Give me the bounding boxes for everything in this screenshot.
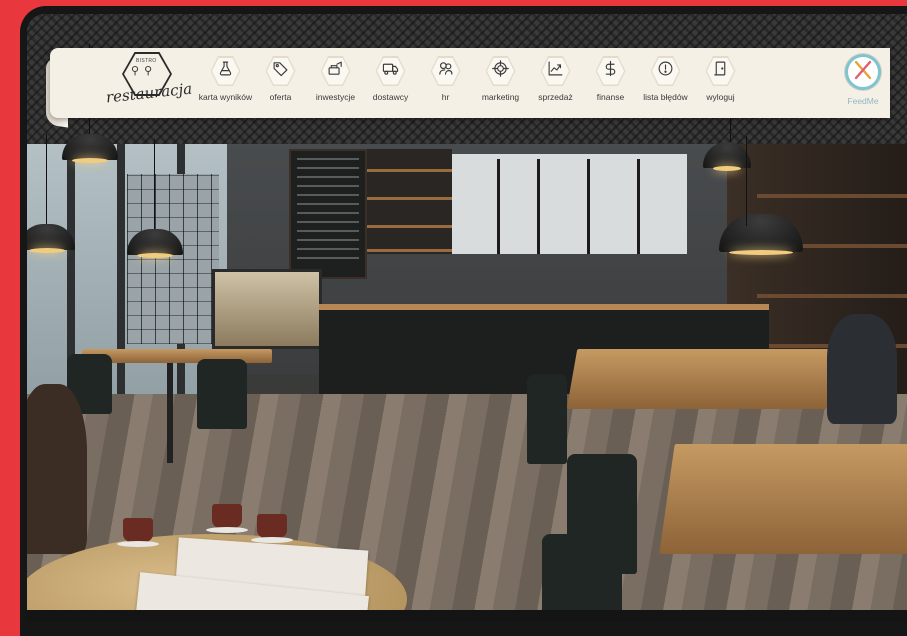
logout-door-icon: [712, 60, 729, 82]
nav-item-label: wyloguj: [706, 92, 735, 102]
truck-icon: [382, 60, 399, 82]
flask-icon: [217, 60, 234, 82]
nav-item-dostawcy[interactable]: dostawcy: [363, 54, 418, 114]
nav-item-label: oferta: [269, 92, 292, 102]
nav-item-inwestycje[interactable]: inwestycje: [308, 54, 363, 114]
target-icon: [492, 60, 509, 82]
people-icon: [437, 60, 454, 82]
nav-item-label: inwestycje: [315, 92, 356, 102]
nav-item-label: dostawcy: [372, 92, 409, 102]
nav-item-hr[interactable]: hr: [418, 54, 473, 114]
nav-item-label: hr: [441, 92, 450, 102]
feedme-button[interactable]: FeedMe: [838, 54, 888, 114]
nav-item-lista-bledow[interactable]: lista błędów: [638, 54, 693, 114]
nav-item-finanse[interactable]: finanse: [583, 54, 638, 114]
utensils-icon: ⚲ ⚲: [131, 65, 154, 77]
sales-chart-icon: [547, 60, 564, 82]
tag-icon: [272, 60, 289, 82]
nav-item-sprzedaz[interactable]: sprzedaż: [528, 54, 583, 114]
restaurant-logo[interactable]: BISTRO ⚲ ⚲ restauracja: [102, 50, 193, 116]
nav-item-label: sprzedaż: [538, 92, 573, 102]
nav-item-oferta[interactable]: oferta: [253, 54, 308, 114]
fork-knife-icon: [851, 58, 875, 87]
investment-icon: [327, 60, 344, 82]
nav-item-label: marketing: [481, 92, 520, 102]
nav-item-label: karta wyników: [198, 92, 253, 102]
nav-item-wyloguj[interactable]: wyloguj: [693, 54, 748, 114]
feedme-label: FeedMe: [847, 96, 879, 106]
nav-items-list: karta wyników oferta inwestycje dostawcy…: [198, 54, 748, 114]
nav-item-label: lista błędów: [643, 92, 688, 102]
top-navigation-bar: BISTRO ⚲ ⚲ restauracja karta wyników ofe…: [50, 48, 890, 118]
feedme-logo-circle: [845, 54, 881, 90]
nav-item-label: finanse: [596, 92, 625, 102]
logo-script-text: restauracja: [105, 79, 193, 107]
nav-item-marketing[interactable]: marketing: [473, 54, 528, 114]
nav-item-karta-wynikow[interactable]: karta wyników: [198, 54, 253, 114]
dollar-icon: [602, 60, 619, 82]
warning-icon: [657, 60, 674, 82]
